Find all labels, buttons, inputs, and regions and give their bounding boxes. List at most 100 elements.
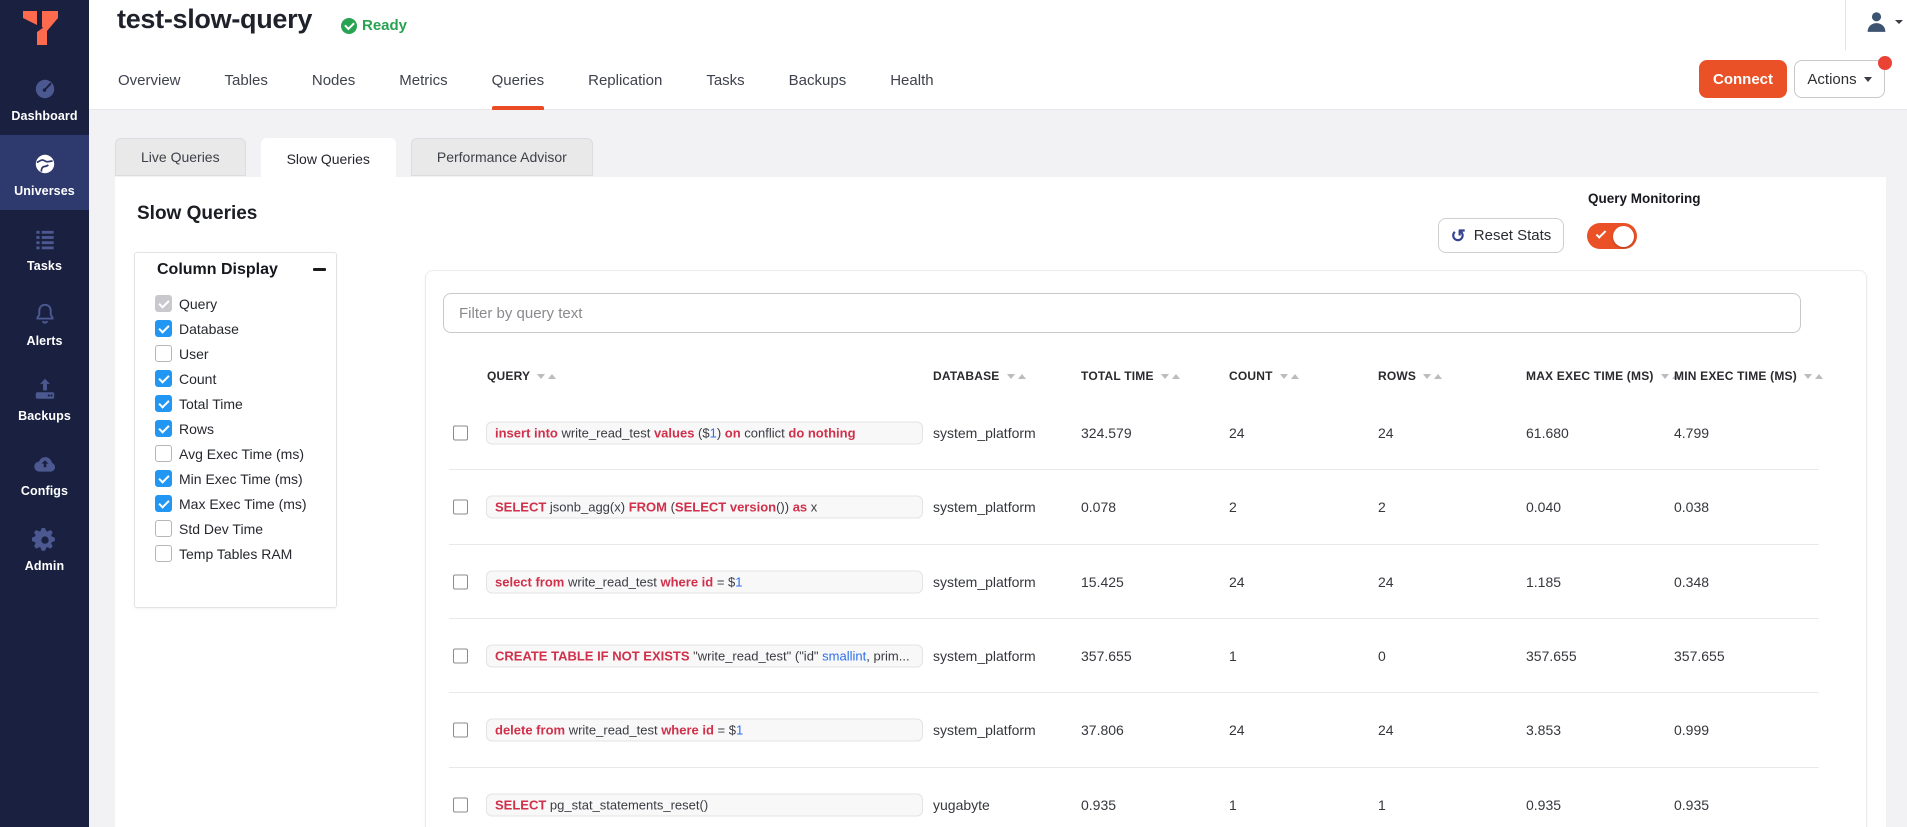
tab-queries[interactable]: Queries bbox=[492, 72, 545, 111]
column-header-rows[interactable]: ROWS bbox=[1378, 369, 1442, 383]
tab-overview[interactable]: Overview bbox=[118, 72, 181, 111]
query-subtabs: Live Queries Slow Queries Performance Advi… bbox=[115, 138, 593, 180]
row-checkbox[interactable] bbox=[453, 574, 468, 589]
column-header-total-time[interactable]: TOTAL TIME bbox=[1081, 369, 1180, 383]
cell-total-time: 15.425 bbox=[1081, 574, 1124, 590]
connect-button[interactable]: Connect bbox=[1699, 60, 1787, 98]
sidebar-item-backups[interactable]: Backups bbox=[0, 360, 89, 435]
cell-total-time: 0.078 bbox=[1081, 499, 1116, 515]
query-filter-input[interactable] bbox=[443, 293, 1801, 333]
app: DashboardUniversesTasksAlertsBackupsConf… bbox=[0, 0, 1907, 827]
column-option-temp-tables-ram: Temp Tables RAM bbox=[155, 541, 332, 566]
cell-max-exec-time: 0.040 bbox=[1526, 499, 1561, 515]
sort-icons bbox=[537, 369, 556, 383]
sidebar-item-dashboard[interactable]: Dashboard bbox=[0, 60, 89, 135]
cell-count: 24 bbox=[1229, 425, 1245, 441]
content: Live Queries Slow Queries Performance Advi… bbox=[89, 110, 1907, 827]
column-header-min-exec-time-ms[interactable]: MIN EXEC TIME (MS) bbox=[1674, 369, 1823, 383]
column-header-max-exec-time-ms[interactable]: MAX EXEC TIME (MS) bbox=[1526, 369, 1680, 383]
cell-rows: 1 bbox=[1378, 797, 1386, 813]
admin-icon bbox=[32, 526, 58, 552]
checkbox[interactable] bbox=[155, 520, 172, 537]
cell-database: system_platform bbox=[933, 574, 1036, 590]
row-checkbox[interactable] bbox=[453, 797, 468, 812]
column-header-query[interactable]: QUERY bbox=[487, 369, 556, 383]
row-checkbox[interactable] bbox=[453, 500, 468, 515]
cell-rows: 24 bbox=[1378, 722, 1394, 738]
sidebar-item-admin[interactable]: Admin bbox=[0, 510, 89, 585]
row-checkbox[interactable] bbox=[453, 723, 468, 738]
checkbox[interactable] bbox=[155, 445, 172, 462]
sidebar-item-configs[interactable]: Configs bbox=[0, 435, 89, 510]
checkbox[interactable] bbox=[155, 495, 172, 512]
subtab-slow-queries[interactable]: Slow Queries bbox=[261, 138, 396, 180]
column-option-min-exec-time-ms: Min Exec Time (ms) bbox=[155, 466, 332, 491]
toggle-check-icon bbox=[1596, 228, 1607, 239]
cell-min-exec-time: 0.935 bbox=[1674, 797, 1709, 813]
checkbox[interactable] bbox=[155, 420, 172, 437]
cell-total-time: 37.806 bbox=[1081, 722, 1124, 738]
table-row: SELECT pg_stat_statements_reset()yugabyt… bbox=[426, 768, 1866, 827]
checkbox[interactable] bbox=[155, 345, 172, 362]
sidebar-item-tasks[interactable]: Tasks bbox=[0, 210, 89, 285]
query-text[interactable]: SELECT pg_stat_statements_reset() bbox=[486, 793, 923, 816]
sidebar-item-universes[interactable]: Universes bbox=[0, 135, 89, 210]
tab-tasks[interactable]: Tasks bbox=[706, 72, 744, 111]
yugabyte-logo-icon[interactable] bbox=[23, 11, 59, 47]
query-text[interactable]: delete from write_read_test where id = $… bbox=[486, 719, 923, 742]
row-checkbox[interactable] bbox=[453, 649, 468, 664]
query-text[interactable]: insert into write_read_test values ($1) … bbox=[486, 422, 923, 445]
cell-total-time: 324.579 bbox=[1081, 425, 1132, 441]
query-text[interactable]: select from write_read_test where id = $… bbox=[486, 570, 923, 593]
tab-tables[interactable]: Tables bbox=[225, 72, 268, 111]
cell-count: 24 bbox=[1229, 574, 1245, 590]
queries-table: QUERY DATABASE TOTAL TIME COUNT ROWS MAX EXEC… bbox=[425, 270, 1867, 827]
header: test-slow-query Ready OverviewTablesNode… bbox=[89, 0, 1907, 110]
tab-nodes[interactable]: Nodes bbox=[312, 72, 355, 111]
cell-max-exec-time: 1.185 bbox=[1526, 574, 1561, 590]
sort-icons bbox=[1280, 369, 1299, 383]
cell-total-time: 0.935 bbox=[1081, 797, 1116, 813]
checkbox[interactable] bbox=[155, 545, 172, 562]
sidebar-item-alerts[interactable]: Alerts bbox=[0, 285, 89, 360]
user-avatar-icon bbox=[1864, 9, 1889, 34]
query-text[interactable]: SELECT jsonb_agg(x) FROM (SELECT version… bbox=[486, 496, 923, 519]
checkbox[interactable] bbox=[155, 470, 172, 487]
chevron-down-icon bbox=[1864, 77, 1872, 82]
collapse-icon[interactable] bbox=[313, 268, 326, 271]
column-header-database[interactable]: DATABASE bbox=[933, 369, 1026, 383]
subtab-performance-advisor[interactable]: Performance Advisor bbox=[411, 138, 593, 176]
subtab-live-queries[interactable]: Live Queries bbox=[115, 138, 246, 176]
column-option-avg-exec-time-ms: Avg Exec Time (ms) bbox=[155, 441, 332, 466]
table-row: insert into write_read_test values ($1) … bbox=[426, 396, 1866, 470]
tab-replication[interactable]: Replication bbox=[588, 72, 662, 111]
tab-health[interactable]: Health bbox=[890, 72, 933, 111]
section-title: Slow Queries bbox=[137, 203, 257, 225]
checkbox[interactable] bbox=[155, 370, 172, 387]
cell-rows: 24 bbox=[1378, 574, 1394, 590]
dashboard-icon bbox=[32, 76, 58, 102]
user-menu[interactable] bbox=[1864, 9, 1903, 34]
cell-count: 1 bbox=[1229, 648, 1237, 664]
cell-min-exec-time: 4.799 bbox=[1674, 425, 1709, 441]
checkbox[interactable] bbox=[155, 395, 172, 412]
row-checkbox[interactable] bbox=[453, 426, 468, 441]
reset-stats-button[interactable]: ↺ Reset Stats bbox=[1438, 218, 1564, 253]
tab-metrics[interactable]: Metrics bbox=[399, 72, 447, 111]
actions-button[interactable]: Actions bbox=[1794, 60, 1885, 98]
query-monitoring-label: Query Monitoring bbox=[1588, 191, 1701, 206]
sort-icons bbox=[1161, 369, 1180, 383]
checkbox[interactable] bbox=[155, 295, 172, 312]
cell-min-exec-time: 0.348 bbox=[1674, 574, 1709, 590]
tab-backups[interactable]: Backups bbox=[789, 72, 847, 111]
sidebar-nav: DashboardUniversesTasksAlertsBackupsConf… bbox=[0, 60, 89, 585]
column-header-count[interactable]: COUNT bbox=[1229, 369, 1299, 383]
cell-database: system_platform bbox=[933, 648, 1036, 664]
cell-max-exec-time: 0.935 bbox=[1526, 797, 1561, 813]
query-text[interactable]: CREATE TABLE IF NOT EXISTS "write_read_t… bbox=[486, 645, 923, 668]
checkbox[interactable] bbox=[155, 320, 172, 337]
main: test-slow-query Ready OverviewTablesNode… bbox=[89, 0, 1907, 827]
configs-icon bbox=[32, 451, 58, 477]
query-monitoring-toggle[interactable] bbox=[1587, 223, 1637, 249]
column-option-max-exec-time-ms: Max Exec Time (ms) bbox=[155, 491, 332, 516]
